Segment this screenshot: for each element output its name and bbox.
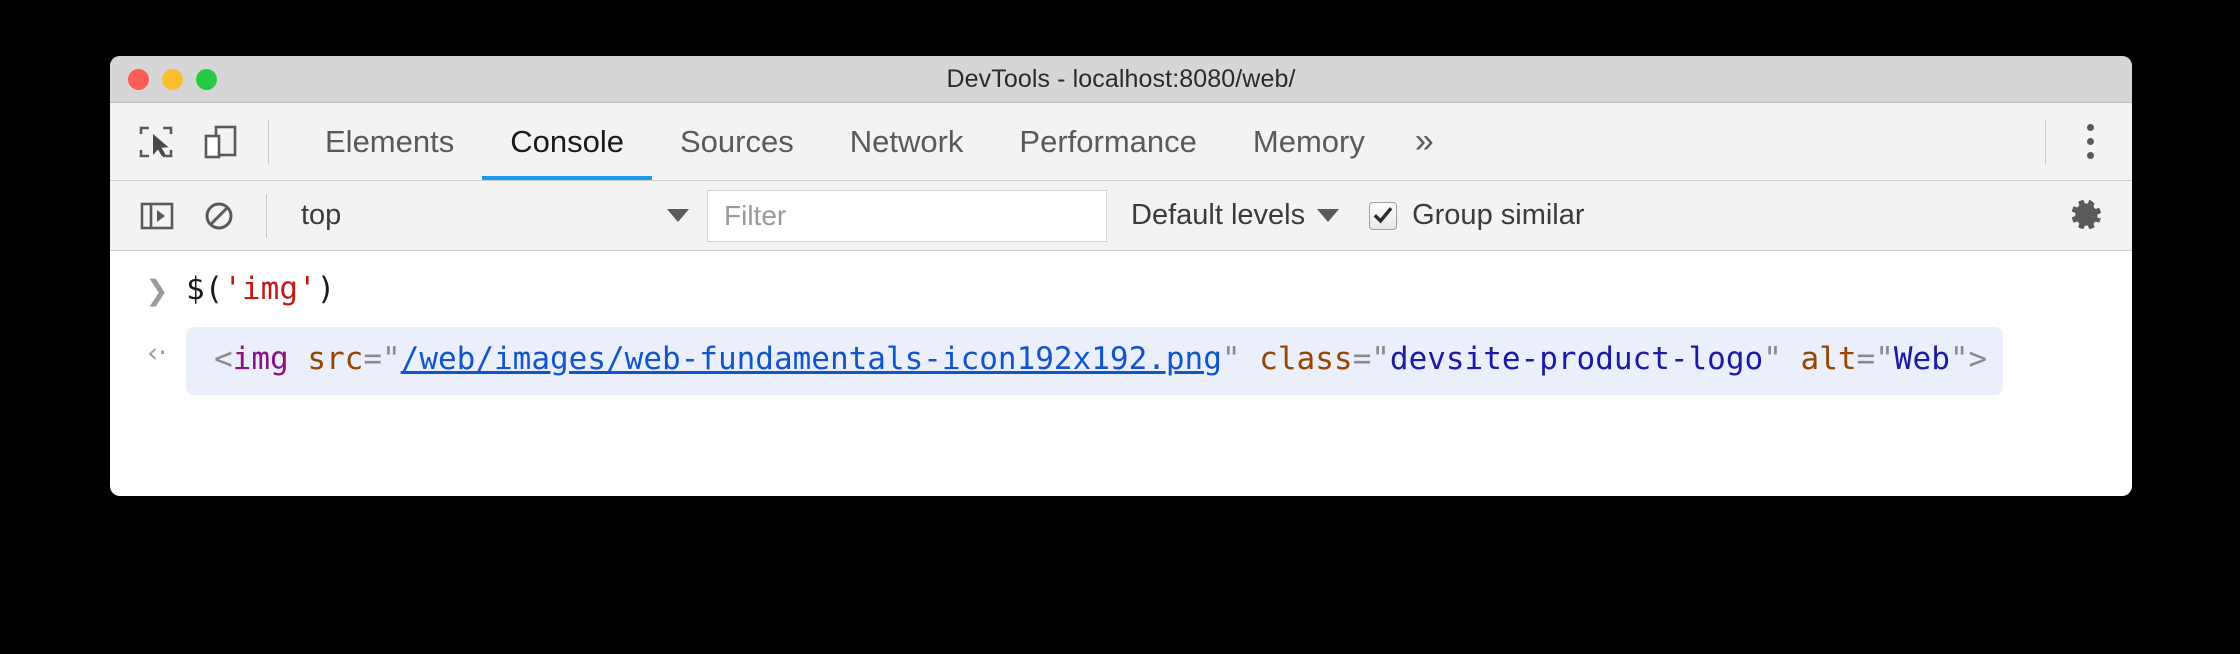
input-string-literal: 'img' xyxy=(223,271,317,307)
device-toolbar-icon[interactable] xyxy=(188,112,252,172)
tag-name: img xyxy=(232,341,289,377)
execution-context-selector[interactable]: top xyxy=(289,188,707,244)
console-output-area: ❯ $('img') ‹· <img src="/web/images/web-… xyxy=(110,251,2132,406)
group-similar-checkbox[interactable]: Group similar xyxy=(1369,188,1585,244)
log-levels-selector[interactable]: Default levels xyxy=(1131,188,1340,244)
console-result-row: ‹· <img src="/web/images/web-fundamental… xyxy=(110,327,2132,405)
attr-src-name: src xyxy=(307,341,364,377)
settings-gear-icon[interactable] xyxy=(2056,188,2116,244)
attr-class-open-quote: " xyxy=(1371,341,1390,377)
panel-tabs: Elements Console Sources Network Perform… xyxy=(297,103,1456,180)
more-options-icon[interactable] xyxy=(2062,112,2118,172)
space-1 xyxy=(289,341,308,377)
attr-class-name: class xyxy=(1259,341,1353,377)
console-toolbar: top Filter Default levels Group similar xyxy=(110,181,2132,251)
more-tabs-icon[interactable]: » xyxy=(1393,103,1456,180)
devtools-window: DevTools - localhost:8080/web/ Elements … xyxy=(110,56,2132,496)
tabbar-right-divider xyxy=(2045,119,2046,164)
inspect-element-icon[interactable] xyxy=(124,112,188,172)
result-gutter: ‹· xyxy=(128,327,186,367)
filter-input[interactable]: Filter xyxy=(707,189,1107,242)
close-window-button[interactable] xyxy=(128,68,149,90)
input-before: $( xyxy=(186,271,224,307)
console-result-html-element[interactable]: <img src="/web/images/web-fundamentals-i… xyxy=(186,327,2004,396)
tab-performance[interactable]: Performance xyxy=(991,103,1224,180)
console-input-row[interactable]: ❯ $('img') xyxy=(110,255,2132,327)
space-2 xyxy=(1241,341,1260,377)
console-toolbar-divider xyxy=(266,193,267,238)
input-gutter: ❯ xyxy=(128,265,186,305)
chevron-down-icon xyxy=(667,209,689,222)
console-input-expression[interactable]: $('img') xyxy=(186,265,335,311)
tab-sources[interactable]: Sources xyxy=(652,103,822,180)
attr-src-open-quote: " xyxy=(382,341,401,377)
attr-alt-value: Web xyxy=(1893,341,1950,377)
execution-context-label: top xyxy=(301,199,342,231)
maximize-window-button[interactable] xyxy=(196,68,217,90)
group-similar-label: Group similar xyxy=(1412,199,1585,231)
checkbox-box xyxy=(1369,201,1398,230)
tab-memory[interactable]: Memory xyxy=(1225,103,1393,180)
result-prompt-icon: ‹· xyxy=(146,336,168,369)
chevron-down-icon xyxy=(1317,209,1340,222)
attr-class-equals: = xyxy=(1352,341,1372,377)
window-titlebar: DevTools - localhost:8080/web/ xyxy=(110,56,2132,103)
attr-alt-name: alt xyxy=(1800,341,1857,377)
tab-console[interactable]: Console xyxy=(482,103,652,180)
minimize-window-button[interactable] xyxy=(162,68,183,90)
attr-src-value-link[interactable]: /web/images/web-fundamentals-icon192x192… xyxy=(401,341,1222,377)
attr-alt-equals: = xyxy=(1856,341,1876,377)
clear-console-icon[interactable] xyxy=(188,188,250,244)
input-after: ) xyxy=(316,271,336,307)
console-sidebar-icon[interactable] xyxy=(126,188,188,244)
input-prompt-icon: ❯ xyxy=(145,274,169,307)
tab-network[interactable]: Network xyxy=(822,103,992,180)
attr-alt-open-quote: " xyxy=(1875,341,1894,377)
log-levels-label: Default levels xyxy=(1131,199,1306,231)
attr-alt-close-quote: " xyxy=(1949,341,1969,377)
devtools-tabbar: Elements Console Sources Network Perform… xyxy=(110,103,2132,181)
open-bracket: < xyxy=(214,341,233,377)
window-title: DevTools - localhost:8080/web/ xyxy=(946,64,1296,93)
tabbar-divider xyxy=(268,119,269,164)
attr-src-equals: = xyxy=(363,341,383,377)
space-3 xyxy=(1782,341,1801,377)
attr-class-value: devsite-product-logo xyxy=(1389,341,1764,377)
close-bracket: > xyxy=(1968,341,1988,377)
attr-src-close-quote: " xyxy=(1221,341,1241,377)
tabbar-right-group xyxy=(2029,112,2132,172)
tab-elements[interactable]: Elements xyxy=(297,103,482,180)
traffic-lights xyxy=(128,56,217,102)
attr-class-close-quote: " xyxy=(1763,341,1782,377)
